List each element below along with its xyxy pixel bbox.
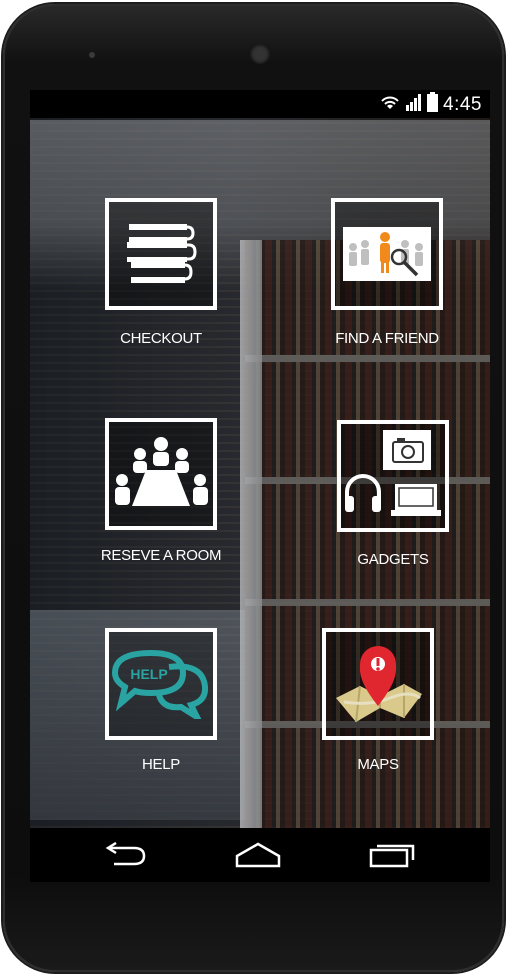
find-a-friend-label: FIND A FRIEND	[335, 330, 439, 347]
status-time: 4:45	[443, 94, 482, 115]
signal-icon	[406, 93, 422, 117]
back-icon	[105, 842, 146, 866]
recents-button[interactable]	[362, 836, 422, 874]
reserve-a-room-label: RESEVE A ROOM	[100, 547, 222, 564]
gadgets-label: GADGETS	[357, 551, 429, 568]
people-search-icon	[343, 227, 431, 281]
map-pin-icon	[336, 646, 422, 723]
navigation-bar	[30, 828, 490, 882]
status-icons: 4:45	[379, 92, 482, 118]
gadgets-icon	[345, 430, 441, 516]
reserve-a-room-tile[interactable]	[105, 418, 217, 530]
screen: 4:45 CHECKOUT FIND A FRIEND RESEVE A ROO…	[30, 90, 490, 882]
home-button[interactable]	[228, 836, 288, 874]
recents-icon	[369, 844, 415, 868]
back-button[interactable]	[94, 836, 154, 874]
help-label: HELP	[142, 756, 180, 773]
maps-tile[interactable]	[322, 628, 434, 740]
checkout-tile[interactable]	[105, 198, 217, 310]
status-bar: 4:45	[30, 90, 490, 118]
help-tile[interactable]: HELP	[105, 628, 217, 740]
books-icon	[127, 224, 197, 283]
background-shelf-post	[240, 240, 262, 840]
find-a-friend-tile[interactable]	[331, 198, 443, 310]
front-camera	[250, 44, 270, 64]
home-icon	[235, 842, 281, 868]
battery-icon	[427, 92, 439, 118]
sensor-dot	[89, 52, 95, 58]
checkout-label: CHECKOUT	[120, 330, 202, 347]
wifi-icon	[379, 93, 401, 117]
help-bubble-text: HELP	[130, 666, 167, 682]
help-bubble-icon: HELP	[111, 649, 209, 719]
meeting-room-icon	[115, 437, 208, 506]
maps-label: MAPS	[357, 756, 399, 773]
gadgets-tile[interactable]	[337, 420, 449, 532]
phone-frame: 4:45 CHECKOUT FIND A FRIEND RESEVE A ROO…	[3, 4, 504, 972]
